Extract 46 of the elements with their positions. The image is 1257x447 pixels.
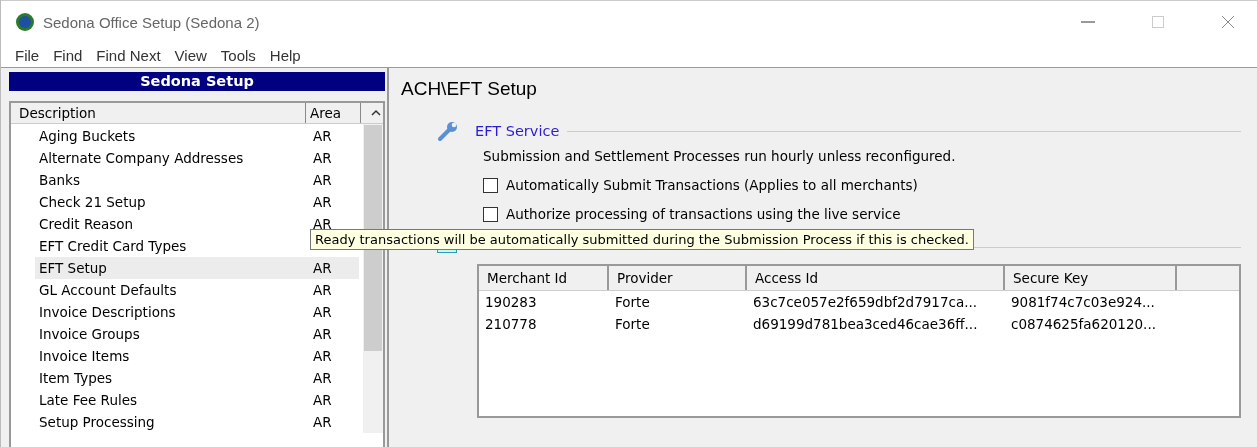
menu-item[interactable]: Find: [53, 46, 83, 64]
table-cell-text: 210778: [484, 316, 538, 332]
table-cell-text: 63c7ce057e2f659dbf2d7917ca...: [752, 294, 979, 310]
table-cell-text: c0874625fa620120...: [1010, 316, 1157, 332]
checkbox[interactable]: [483, 206, 498, 222]
list-item[interactable]: Invoice Groups AR: [35, 323, 359, 345]
close-icon[interactable]: [1221, 15, 1235, 29]
tooltip: Ready transactions will be automatically submitted during the Submission Process if this is checked.: [310, 229, 974, 250]
menu-item[interactable]: Tools: [220, 46, 256, 64]
list-item[interactable]: GL Account Defaults AR: [35, 279, 359, 301]
table-cell-text: d69199d781bea3ced46cae36ff...: [752, 316, 979, 332]
list-item[interactable]: Invoice Descriptions AR: [35, 301, 359, 323]
table-cell-text: Forte: [614, 316, 651, 332]
table-cell-text: 190283: [484, 294, 538, 310]
menu-item[interactable]: View: [174, 46, 207, 64]
column-header[interactable]: Merchant Id: [479, 266, 609, 290]
checkbox-label[interactable]: Automatically Submit Transactions (Applies to all merchants): [506, 177, 918, 193]
checkbox[interactable]: [483, 177, 498, 193]
column-header[interactable]: Provider: [609, 266, 747, 290]
info-text: Submission and Settlement Processes run hourly unless reconfigured.: [483, 148, 957, 164]
menu-item[interactable]: Help: [269, 46, 301, 64]
table-cell-text: 9081f74c7c03e924...: [1010, 294, 1156, 310]
table-cell-text: Forte: [614, 294, 651, 310]
list-item[interactable]: Aging Buckets AR: [35, 125, 359, 147]
list-item[interactable]: Check 21 Setup AR: [35, 191, 359, 213]
scroll-up-icon[interactable]: [371, 109, 381, 117]
column-header[interactable]: Access Id: [747, 266, 1005, 290]
page-title: ACH\EFT Setup: [401, 78, 538, 100]
list-item[interactable]: Item Types AR: [35, 367, 359, 389]
wrench-icon: [437, 120, 459, 142]
window-title: Sedona Office Setup (Sedona 2): [43, 13, 260, 31]
checkbox-label[interactable]: Authorize processing of transactions using the live service: [506, 206, 901, 222]
menu-item[interactable]: Find Next: [96, 46, 161, 64]
list-item[interactable]: Invoice Items AR: [35, 345, 359, 367]
list-item[interactable]: Late Fee Rules AR: [35, 389, 359, 411]
list-item[interactable]: Setup Processing AR: [35, 411, 359, 433]
column-header[interactable]: Description: [11, 103, 306, 123]
column-header[interactable]: Area: [306, 103, 361, 123]
list-item[interactable]: EFT Setup AR: [35, 257, 359, 279]
column-header[interactable]: Secure Key: [1005, 266, 1177, 290]
panel-header: Sedona Setup: [9, 72, 385, 91]
app-logo-icon: [15, 12, 35, 32]
list-item[interactable]: Alternate Company Addresses AR: [35, 147, 359, 169]
menu-item[interactable]: File: [15, 46, 40, 64]
section-title: EFT Service: [475, 123, 560, 139]
list-item[interactable]: Banks AR: [35, 169, 359, 191]
